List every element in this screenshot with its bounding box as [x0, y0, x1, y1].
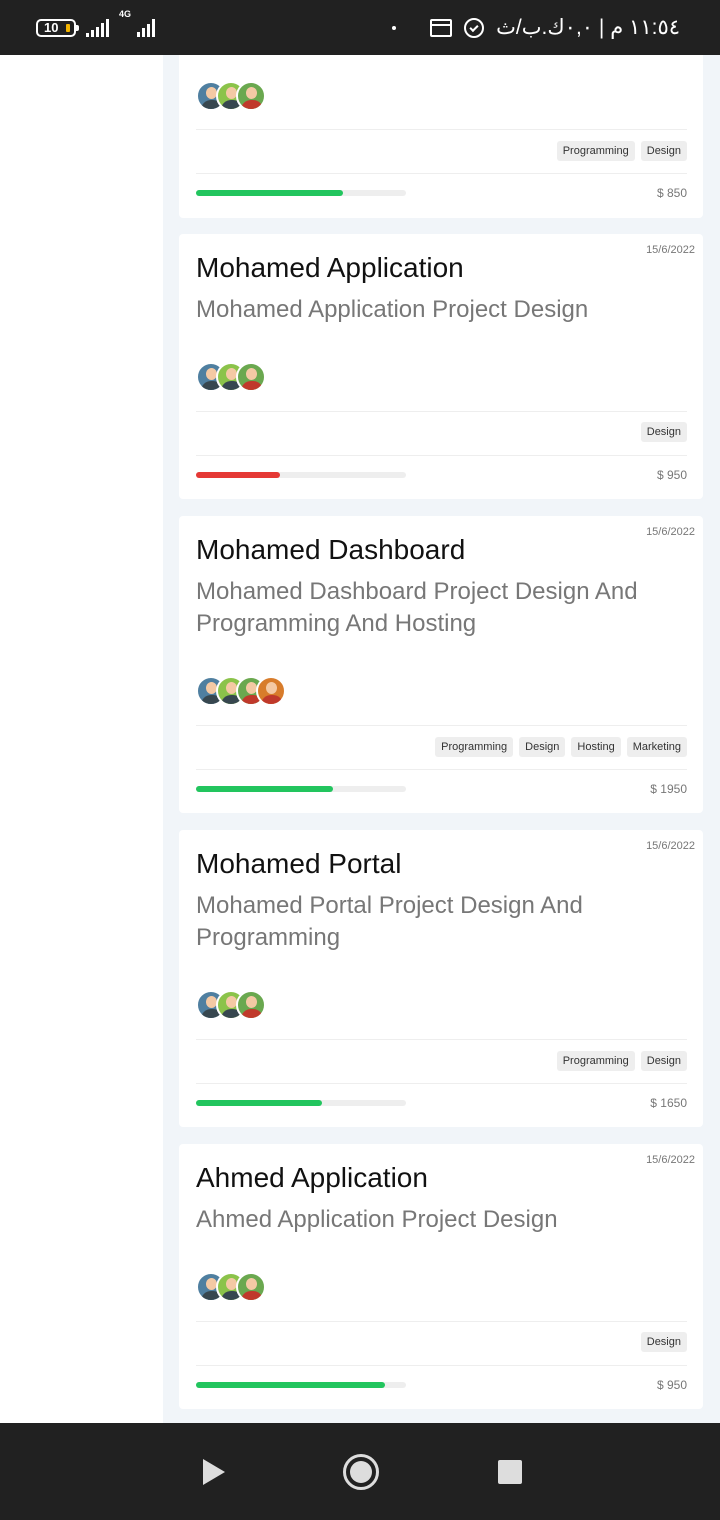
tag: Programming	[556, 1051, 635, 1071]
team-avatars[interactable]	[196, 81, 266, 111]
divider	[196, 455, 687, 456]
price: $ 850	[656, 186, 687, 200]
avatar[interactable]	[256, 676, 286, 706]
card-description: Mohamed Portal Project Design And Progra…	[196, 892, 583, 951]
tag: Design	[640, 1332, 687, 1352]
price: $ 1650	[650, 1096, 687, 1110]
projects-list[interactable]: Programming Design $ 850 15/6/2022 Moham…	[163, 55, 720, 1423]
progress-bar	[196, 786, 406, 792]
progress-bar	[196, 1382, 406, 1388]
card-title[interactable]: Mohamed Application	[196, 252, 464, 284]
tag: Design	[519, 737, 566, 757]
divider	[196, 725, 687, 726]
avatar[interactable]	[236, 362, 266, 392]
tag: Marketing	[626, 737, 687, 757]
calendar-icon	[430, 18, 453, 37]
recents-icon[interactable]	[498, 1460, 522, 1484]
divider	[196, 129, 687, 130]
tag: Programming	[556, 141, 635, 161]
progress-fill	[196, 1100, 322, 1106]
team-avatars[interactable]	[196, 676, 286, 706]
card-description: Ahmed Application Project Design	[196, 1206, 558, 1233]
battery-icon: 10	[36, 18, 79, 37]
progress-fill	[196, 786, 333, 792]
progress-bar	[196, 472, 406, 478]
project-card[interactable]: 15/6/2022 Mohamed Application Mohamed Ap…	[179, 234, 703, 499]
tags: Programming Design Hosting Marketing	[435, 737, 687, 757]
price: $ 950	[656, 468, 687, 482]
network-type: 4G	[119, 8, 132, 19]
back-icon[interactable]	[203, 1459, 225, 1485]
tag: Design	[640, 1051, 687, 1071]
avatar[interactable]	[236, 1272, 266, 1302]
card-date: 15/6/2022	[646, 1154, 695, 1166]
card-date: 15/6/2022	[646, 244, 695, 256]
divider	[196, 411, 687, 412]
avatar[interactable]	[236, 990, 266, 1020]
tags: Programming Design	[556, 1051, 687, 1071]
card-title[interactable]: Mohamed Dashboard	[196, 534, 465, 566]
tags: Design	[640, 1332, 687, 1352]
divider	[196, 1039, 687, 1040]
divider	[196, 173, 687, 174]
progress-bar	[196, 190, 406, 196]
status-bar: 10 4G ١١:٥٤ م | ٠,٠ك.ب/ث	[0, 0, 720, 55]
divider	[196, 1083, 687, 1084]
alarm-icon	[464, 17, 485, 38]
progress-fill	[196, 472, 280, 478]
notification-dot-icon	[392, 25, 397, 30]
battery-level: 10	[44, 20, 59, 35]
team-avatars[interactable]	[196, 362, 266, 392]
tag: Programming	[435, 737, 514, 757]
team-avatars[interactable]	[196, 1272, 266, 1302]
price: $ 1950	[650, 782, 687, 796]
sidebar	[0, 55, 163, 1423]
progress-fill	[196, 190, 343, 196]
wifi-signal-icon	[86, 18, 109, 37]
project-card[interactable]: Programming Design $ 850	[179, 55, 703, 218]
progress-bar	[196, 1100, 406, 1106]
card-date: 15/6/2022	[646, 840, 695, 852]
status-time: ١١:٥٤ م | ٠,٠ك.ب/ث	[496, 16, 680, 39]
card-title[interactable]: Mohamed Portal	[196, 848, 401, 880]
tag: Design	[640, 141, 687, 161]
divider	[196, 769, 687, 770]
tag: Design	[640, 422, 687, 442]
card-description: Mohamed Dashboard Project Design And Pro…	[196, 578, 638, 637]
team-avatars[interactable]	[196, 990, 266, 1020]
status-right: ١١:٥٤ م | ٠,٠ك.ب/ث	[392, 0, 680, 55]
price: $ 950	[656, 1378, 687, 1392]
tags: Programming Design	[556, 141, 687, 161]
status-left: 10 4G	[36, 0, 155, 55]
divider	[196, 1365, 687, 1366]
project-card[interactable]: 15/6/2022 Ahmed Application Ahmed Applic…	[179, 1144, 703, 1409]
home-icon[interactable]	[343, 1454, 379, 1490]
avatar[interactable]	[236, 81, 266, 111]
project-card[interactable]: 15/6/2022 Mohamed Dashboard Mohamed Dash…	[179, 516, 703, 813]
card-date: 15/6/2022	[646, 526, 695, 538]
progress-fill	[196, 1382, 385, 1388]
project-card[interactable]: 15/6/2022 Mohamed Portal Mohamed Portal …	[179, 830, 703, 1127]
tag: Hosting	[571, 737, 621, 757]
tags: Design	[640, 422, 687, 442]
divider	[196, 1321, 687, 1322]
card-description: Mohamed Application Project Design	[196, 296, 589, 323]
cell-signal-icon: 4G	[119, 9, 155, 37]
card-title[interactable]: Ahmed Application	[196, 1162, 428, 1194]
